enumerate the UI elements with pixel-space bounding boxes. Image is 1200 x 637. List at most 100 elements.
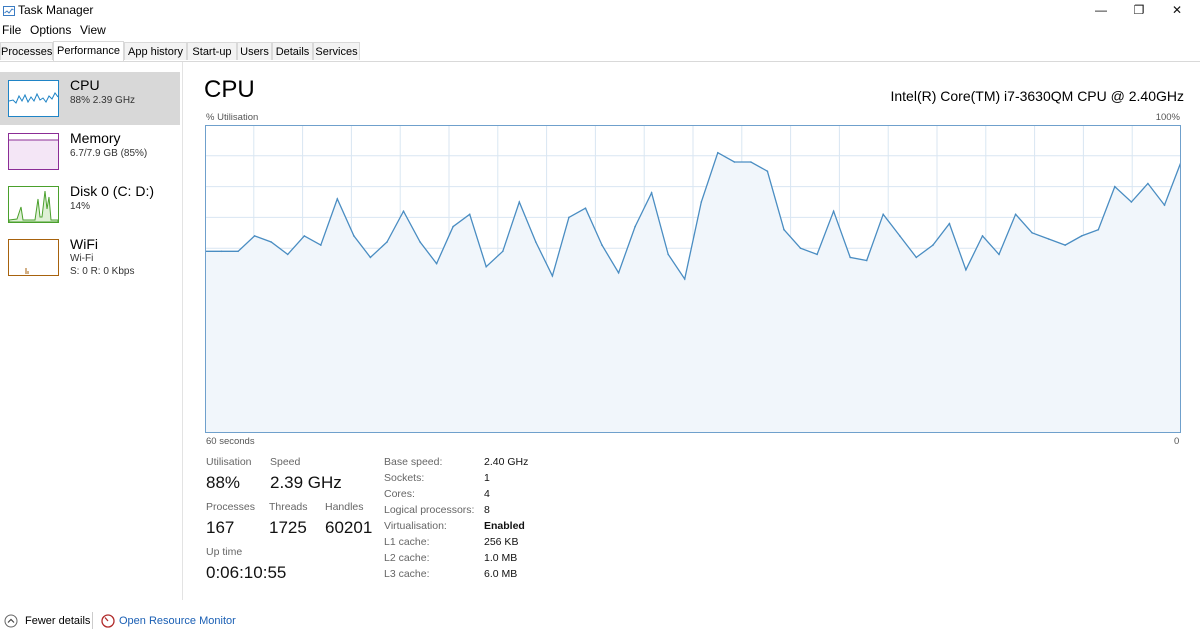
sidebar-disk-detail: 14% — [70, 201, 91, 212]
sidebar-item-wifi[interactable]: WiFi Wi-Fi S: 0 R: 0 Kbps — [0, 231, 180, 284]
cpu-data-point — [237, 250, 239, 253]
graph-y-axis-label: % Utilisation — [206, 112, 259, 123]
cpu-data-point — [1080, 235, 1083, 237]
cpu-data-point — [683, 278, 686, 280]
cpu-data-point — [1014, 213, 1017, 216]
cpu-data-point — [1114, 185, 1116, 188]
cpu-data-point — [485, 265, 488, 268]
cpu-data-point — [369, 256, 372, 259]
tab-app-history[interactable]: App history — [124, 42, 187, 60]
cpu-data-point — [568, 216, 570, 219]
tab-users[interactable]: Users — [237, 42, 272, 60]
cpu-data-point — [402, 210, 405, 212]
cpu-data-point — [650, 192, 653, 194]
cpu-data-point — [899, 235, 901, 237]
graph-x-axis-left-label: 60 seconds — [206, 436, 255, 447]
speed-value: 2.39 GHz — [270, 473, 342, 492]
speed-label: Speed — [270, 456, 301, 468]
sidebar-memory-detail: 6.7/7.9 GB (85%) — [70, 148, 148, 159]
cpu-data-point — [320, 244, 322, 246]
sidebar-disk-title: Disk 0 (C: D:) — [70, 183, 154, 199]
spec-value-virtualisation: Enabled — [484, 520, 525, 532]
footer-divider — [92, 612, 93, 629]
menu-options[interactable]: Options — [30, 23, 71, 37]
spec-label-l2-cache: L2 cache: — [384, 552, 430, 564]
sidebar-item-memory[interactable]: Memory 6.7/7.9 GB (85%) — [0, 125, 180, 178]
spec-value-l2-cache: 1.0 MB — [484, 552, 518, 564]
cpu-data-point — [965, 269, 967, 271]
cpu-data-point — [865, 259, 868, 262]
spec-value-l3-cache: 6.0 MB — [484, 568, 518, 580]
cpu-data-point — [750, 161, 752, 163]
cpu-data-point — [435, 262, 438, 265]
open-resource-monitor-link[interactable]: Open Resource Monitor — [119, 615, 236, 627]
tab-services[interactable]: Services — [313, 42, 360, 60]
sidebar-item-cpu[interactable]: CPU 88% 2.39 GHz — [0, 72, 180, 125]
utilisation-label: Utilisation — [206, 456, 252, 468]
cpu-data-point — [700, 201, 703, 203]
disk-thumbnail-graph — [8, 186, 59, 223]
cpu-data-point — [1163, 204, 1166, 206]
close-button[interactable]: ✕ — [1154, 0, 1200, 20]
sidebar-cpu-title: CPU — [70, 77, 100, 93]
resource-monitor-icon[interactable] — [101, 614, 115, 628]
task-manager-icon — [3, 4, 15, 16]
cpu-data-point — [1031, 232, 1033, 234]
cpu-data-point — [220, 250, 223, 253]
sidebar-cpu-detail: 88% 2.39 GHz — [70, 95, 136, 106]
cpu-data-point — [981, 235, 984, 237]
cpu-data-point — [452, 225, 454, 228]
tab-details[interactable]: Details — [272, 42, 313, 60]
graph-y-max-label: 100% — [1155, 112, 1180, 123]
cpu-data-point — [468, 213, 471, 216]
cpu-data-point — [634, 225, 636, 228]
cpu-data-point — [535, 241, 537, 243]
spec-label-cores: Cores: — [384, 488, 415, 500]
cpu-model-name: Intel(R) Core(TM) i7-3630QM CPU @ 2.40GH… — [890, 88, 1184, 104]
cpu-data-point — [717, 151, 719, 154]
processes-label: Processes — [206, 501, 256, 513]
cpu-data-point — [353, 235, 355, 237]
cpu-data-point — [1130, 201, 1133, 203]
spec-value-l1-cache: 256 KB — [484, 536, 519, 548]
spec-value-logical-processors: 8 — [484, 504, 490, 516]
cpu-data-point — [1064, 244, 1066, 246]
graph-x-axis-right-label: 0 — [1174, 436, 1180, 447]
cpu-data-point — [386, 241, 388, 243]
cpu-data-point — [1097, 228, 1100, 231]
spec-label-l1-cache: L1 cache: — [384, 536, 430, 548]
menu-view[interactable]: View — [80, 23, 106, 37]
cpu-data-point — [849, 256, 851, 259]
cpu-data-point — [286, 253, 289, 256]
cpu-utilisation-graph — [205, 125, 1181, 433]
threads-value: 1725 — [269, 518, 307, 537]
cpu-data-point — [253, 235, 256, 237]
cpu-data-point — [667, 253, 669, 256]
cpu-data-point — [783, 228, 785, 231]
page-title: CPU — [204, 76, 255, 103]
cpu-thumbnail-graph — [8, 80, 59, 117]
title-bar — [0, 0, 1200, 20]
resource-sidebar: CPU 88% 2.39 GHz Memory 6.7/7.9 GB (85%)… — [0, 62, 183, 600]
cpu-data-point — [766, 170, 769, 172]
chevron-up-icon[interactable] — [4, 614, 18, 628]
fewer-details-button[interactable]: Fewer details — [25, 615, 90, 627]
menu-file[interactable]: File — [2, 23, 21, 37]
tab-performance[interactable]: Performance — [53, 41, 124, 61]
cpu-data-point — [932, 244, 934, 246]
cpu-data-point — [551, 275, 554, 277]
cpu-data-point — [799, 247, 802, 249]
cpu-data-point — [336, 198, 339, 200]
uptime-value: 0:06:10:55 — [206, 563, 287, 582]
tab-processes[interactable]: Processes — [0, 42, 53, 60]
tab-start-up[interactable]: Start-up — [187, 42, 237, 60]
sidebar-item-disk[interactable]: Disk 0 (C: D:) 14% — [0, 178, 180, 231]
memory-thumbnail-graph — [8, 133, 59, 170]
processes-value: 167 — [206, 518, 235, 537]
sidebar-wifi-adapter: Wi-Fi — [70, 253, 94, 264]
cpu-data-point — [1147, 182, 1149, 185]
window-title: Task Manager — [18, 3, 94, 17]
cpu-data-point — [502, 250, 504, 253]
cpu-data-point — [584, 207, 587, 209]
spec-label-virtualisation: Virtualisation: — [384, 520, 447, 532]
